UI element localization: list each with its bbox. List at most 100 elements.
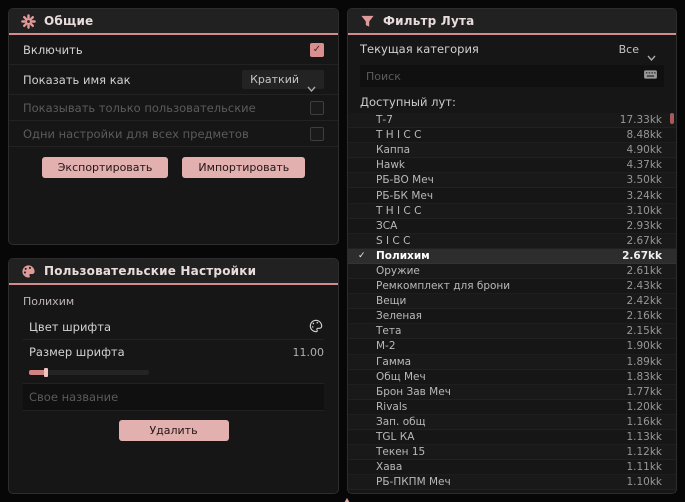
loot-filter-header[interactable]: Фильтр Лута	[348, 9, 676, 35]
delete-button[interactable]: Удалить	[118, 420, 229, 441]
show-name-label: Показать имя как	[23, 72, 131, 87]
loot-item-row[interactable]: Оружие 2.61kk	[348, 264, 676, 279]
custom-name-input[interactable]	[23, 384, 324, 411]
scrollbar-thumb[interactable]	[670, 113, 674, 124]
delete-row: Удалить	[23, 411, 324, 441]
loot-item-row[interactable]: Зеленая 2.16kk	[348, 309, 676, 324]
loot-item-value: 2.67kk	[622, 249, 662, 262]
loot-item-row[interactable]: S I С С 2.67kk	[348, 234, 676, 249]
loot-item-value: 1.10kk	[626, 476, 662, 489]
category-value: Все	[618, 42, 639, 56]
loot-item-row[interactable]: Т-7 17.33kk	[348, 113, 676, 128]
only-custom-checkbox[interactable]	[310, 100, 324, 115]
gear-icon	[21, 13, 36, 29]
keyboard-icon[interactable]	[643, 69, 658, 84]
loot-item-name: Хава	[376, 461, 403, 474]
export-button[interactable]: Экспортировать	[41, 157, 169, 178]
only-custom-label: Показывать только пользовательские	[23, 100, 256, 115]
loot-item-name: Зеленая	[376, 310, 422, 323]
funnel-icon	[360, 14, 375, 29]
loot-item-name: Гамма	[376, 355, 412, 368]
loot-item-row[interactable]: РБ-ПКПМ Меч 1.10kk	[348, 475, 676, 490]
loot-item-name: РБ-ВО Меч	[376, 174, 434, 187]
loot-item-name: Текен 15	[376, 446, 426, 459]
available-loot-label: Доступный лут:	[360, 95, 456, 109]
category-dropdown[interactable]: Все	[611, 40, 664, 62]
color-picker-icon[interactable]	[309, 319, 324, 334]
loot-item-value: 1.89kk	[626, 355, 662, 368]
loot-filter-panel: Фильтр Лута Текущая категория Все Поиск …	[347, 8, 677, 494]
loot-item-row[interactable]: М-2 1.90kk	[348, 339, 676, 354]
custom-settings-panel: Пользовательские Настройки Полихим Цвет …	[8, 258, 339, 494]
loot-item-value: 2.16kk	[626, 310, 662, 323]
selected-item-name: Полихим	[23, 295, 75, 308]
enable-label: Включить	[23, 42, 83, 57]
loot-item-value: 1.20kk	[626, 400, 662, 413]
enable-checkbox[interactable]: ✓	[310, 42, 324, 57]
loot-item-value: 3.10kk	[626, 204, 662, 217]
loot-item-value: 2.43kk	[626, 280, 662, 293]
font-size-slider-track[interactable]	[29, 368, 149, 377]
loot-item-row[interactable]: Тета 2.15kk	[348, 324, 676, 339]
loot-item-value: 8.48kk	[626, 129, 662, 142]
same-settings-label: Одни настройки для всех предметов	[23, 126, 249, 141]
loot-item-name: S I С С	[376, 234, 411, 247]
loot-item-row[interactable]: Текен 15 1.12kk	[348, 445, 676, 460]
loot-item-row[interactable]: РБ-БК Меч 3.24kk	[348, 188, 676, 203]
loot-item-value: 1.12kk	[626, 446, 662, 459]
font-color-label: Цвет шрифта	[29, 319, 112, 334]
loot-item-row[interactable]: Ремкомплект для брони 2.43kk	[348, 279, 676, 294]
loot-item-name: Вещи	[376, 295, 407, 308]
loot-list: Т-7 17.33kk Т Н I С С 8.48kk Каппа 4.90k…	[348, 113, 676, 490]
mouse-cursor	[341, 493, 353, 502]
loot-item-row[interactable]: РБ-ВО Меч 3.50kk	[348, 173, 676, 188]
loot-item-row[interactable]: Rivals 1.20kk	[348, 400, 676, 415]
loot-item-row[interactable]: Зап. общ 1.16kk	[348, 415, 676, 430]
loot-item-name: Hawk	[376, 159, 405, 172]
general-panel-header[interactable]: Общие	[9, 9, 338, 35]
font-size-slider[interactable]	[23, 364, 324, 384]
loot-item-value: 2.93kk	[626, 219, 662, 232]
same-settings-checkbox[interactable]	[310, 126, 324, 141]
loot-item-row[interactable]: ✓ Полихим 2.67kk	[348, 248, 676, 264]
loot-item-name: М-2	[376, 340, 396, 353]
loot-item-value: 2.67kk	[626, 234, 662, 247]
show-name-dropdown[interactable]: Краткий	[242, 70, 324, 92]
loot-item-name: РБ-ПКПМ Меч	[376, 476, 451, 489]
custom-settings-title: Пользовательские Настройки	[44, 264, 257, 278]
loot-item-row[interactable]: ТGL КА 1.13kk	[348, 430, 676, 445]
loot-item-row[interactable]: Каппа 4.90kk	[348, 143, 676, 158]
loot-item-value: 1.16kk	[626, 415, 662, 428]
loot-item-name: Брон Зав Меч	[376, 385, 451, 398]
loot-item-name: Ремкомплект для брони	[376, 280, 511, 293]
loot-item-row[interactable]: Hawk 4.37kk	[348, 158, 676, 173]
search-box[interactable]	[360, 65, 664, 87]
loot-item-name: Т Н I С С	[376, 129, 422, 142]
palette-icon	[21, 264, 36, 279]
loot-item-value: 4.90kk	[626, 144, 662, 157]
loot-item-value: 1.90kk	[626, 340, 662, 353]
loot-item-row[interactable]: Вещи 2.42kk	[348, 294, 676, 309]
font-color-row: Цвет шрифта	[23, 314, 324, 340]
loot-item-name: Общ Меч	[376, 370, 426, 383]
loot-item-name: Т-7	[376, 114, 393, 127]
category-row: Текущая категория Все	[348, 35, 676, 63]
export-import-row: Экспортировать Импортировать	[9, 147, 338, 178]
loot-item-row[interactable]: Хава 1.11kk	[348, 460, 676, 475]
loot-item-row[interactable]: Общ Меч 1.83kk	[348, 370, 676, 385]
loot-item-name: Тета	[376, 325, 402, 338]
loot-item-row[interactable]: Т Н I С С 8.48kk	[348, 128, 676, 143]
loot-item-row[interactable]: Брон Зав Меч 1.77kk	[348, 385, 676, 400]
loot-item-row[interactable]: Гамма 1.89kk	[348, 355, 676, 370]
font-size-row: Размер шрифта 11.00	[23, 340, 324, 364]
loot-item-value: 2.42kk	[626, 295, 662, 308]
loot-item-name: Зап. общ	[376, 415, 426, 428]
loot-item-row[interactable]: Т Н I С С 3.10kk	[348, 204, 676, 219]
loot-item-name: ЗСА	[376, 219, 398, 232]
import-button[interactable]: Импортировать	[182, 157, 306, 178]
font-size-slider-handle[interactable]	[43, 368, 48, 377]
search-input[interactable]	[366, 69, 643, 83]
same-settings-row: Одни настройки для всех предметов	[9, 121, 338, 147]
loot-item-row[interactable]: ЗСА 2.93kk	[348, 219, 676, 234]
custom-settings-header[interactable]: Пользовательские Настройки	[9, 259, 338, 285]
